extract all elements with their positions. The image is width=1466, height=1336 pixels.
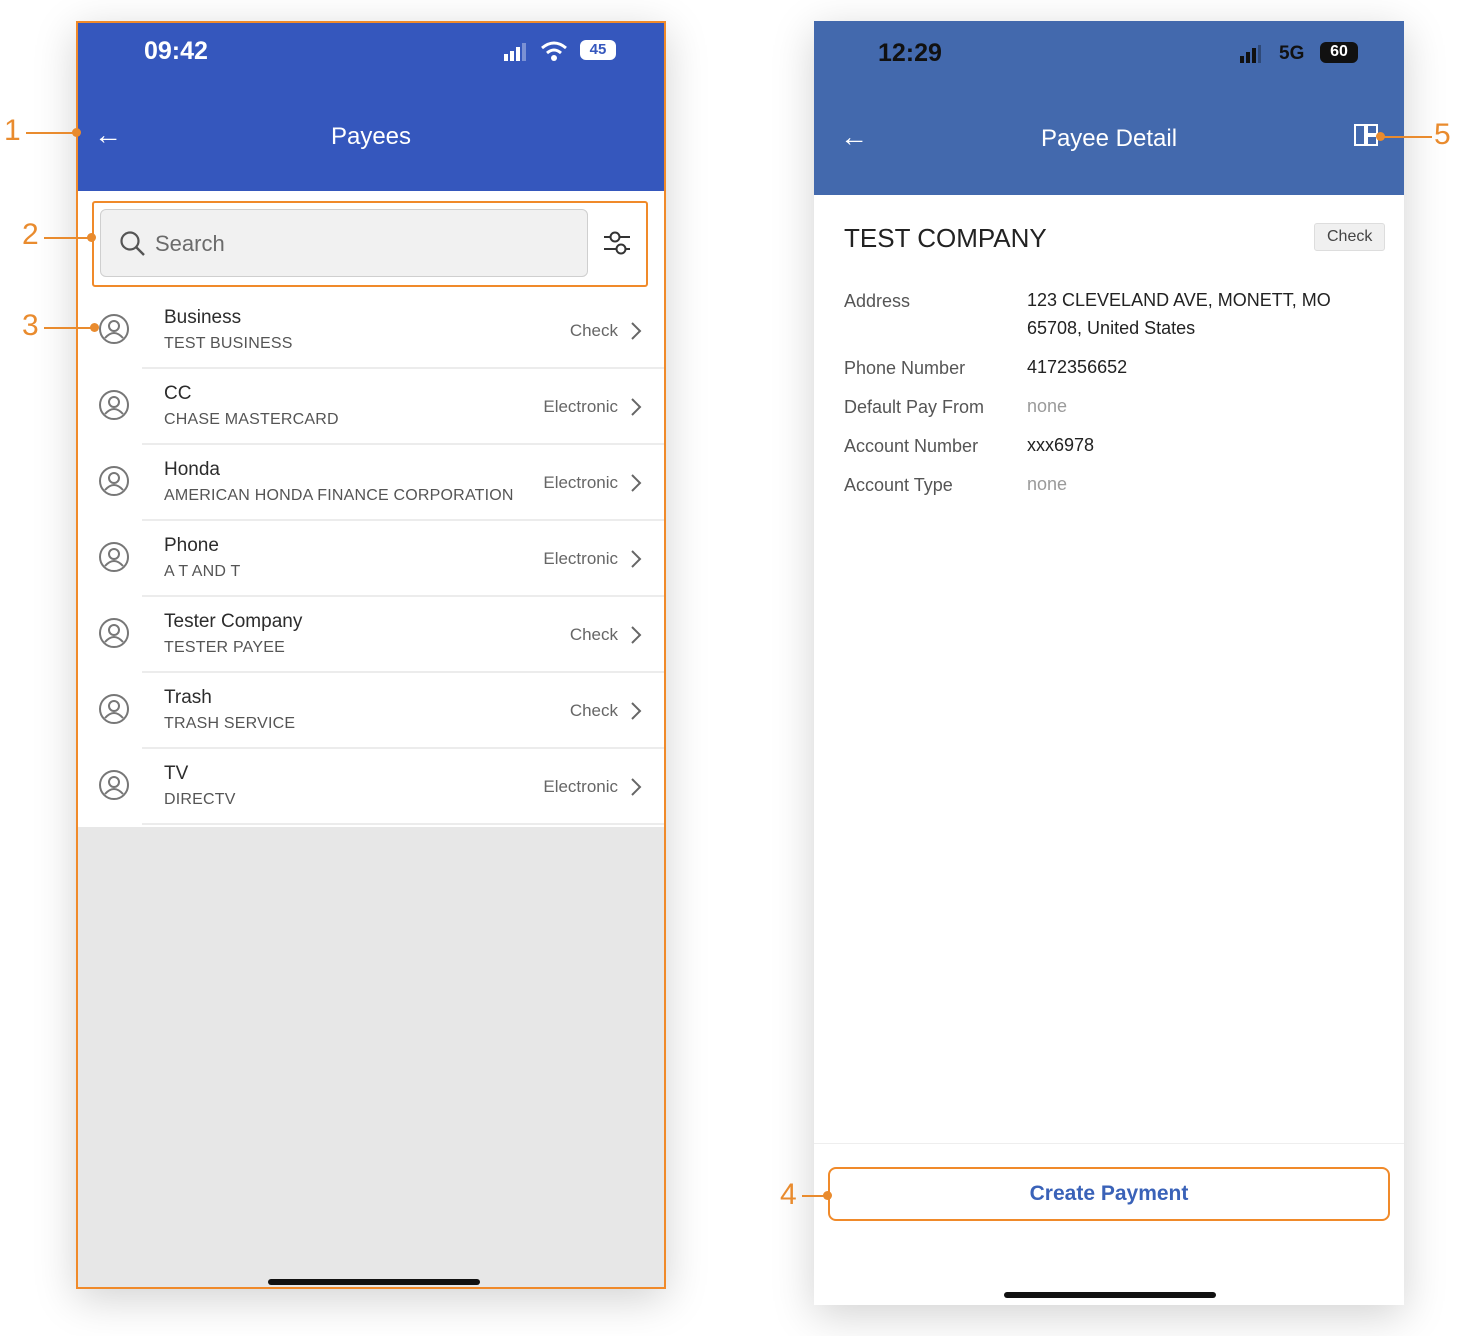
- payee-subtitle: TRASH SERVICE: [164, 715, 296, 732]
- signal-icon: [1240, 45, 1261, 63]
- callout-3-line: [44, 327, 94, 329]
- payee-subtitle: CHASE MASTERCARD: [164, 411, 339, 428]
- payee-row[interactable]: CC CHASE MASTERCARD Electronic: [78, 369, 664, 445]
- avatar-icon: [99, 390, 129, 420]
- chevron-right-icon: [631, 322, 642, 340]
- battery-level: 60: [1330, 43, 1348, 60]
- home-indicator: [1004, 1292, 1216, 1298]
- detail-label: Account Number: [844, 436, 979, 456]
- payee-payment-type: Electronic: [543, 397, 618, 416]
- search-input[interactable]: Search: [100, 209, 588, 277]
- payee-name: CC: [164, 383, 192, 404]
- company-name: TEST COMPANY: [844, 223, 1047, 253]
- search-icon: [120, 231, 145, 256]
- battery-level: 45: [589, 41, 607, 58]
- chevron-right-icon: [631, 398, 642, 416]
- payee-payment-type: Check: [569, 701, 618, 720]
- home-indicator: [268, 1279, 480, 1285]
- detail-value: xxx6978: [1027, 435, 1095, 455]
- payee-name: Business: [164, 307, 242, 328]
- payee-row[interactable]: Trash TRASH SERVICE Check: [78, 673, 664, 749]
- payee-row[interactable]: Phone A T AND T Electronic: [78, 521, 664, 597]
- empty-area: [78, 827, 664, 1287]
- payee-name: TV: [164, 763, 189, 784]
- payees-screen: 09:42 45 ← Payees Search Business TEST B…: [76, 21, 666, 1289]
- callout-5: 5: [1434, 118, 1451, 151]
- chevron-right-icon: [631, 702, 642, 720]
- network-label: 5G: [1279, 43, 1305, 64]
- detail-value: none: [1027, 396, 1068, 416]
- payee-name: Trash: [164, 687, 212, 708]
- detail-label: Phone Number: [844, 358, 966, 378]
- avatar-icon: [99, 618, 129, 648]
- payee-payment-type: Check: [569, 321, 618, 340]
- payment-type-badge: Check: [1314, 223, 1386, 251]
- create-payment-label: Create Payment: [1029, 1182, 1189, 1205]
- payee-row[interactable]: Honda AMERICAN HONDA FINANCE CORPORATION E…: [78, 445, 664, 521]
- callout-4-dot: [823, 1191, 832, 1200]
- payees-header: 09:42 45 ← Payees: [78, 23, 664, 191]
- detail-value: none: [1027, 474, 1068, 494]
- payee-row[interactable]: Business TEST BUSINESS Check: [78, 293, 664, 369]
- payee-name: Tester Company: [164, 611, 303, 632]
- avatar-icon: [99, 770, 129, 800]
- callout-2: 2: [22, 218, 39, 251]
- row-divider: [142, 823, 664, 825]
- avatar-icon: [99, 542, 129, 572]
- callout-5-line: [1380, 136, 1432, 138]
- create-payment-button[interactable]: Create Payment: [828, 1167, 1390, 1221]
- payee-detail-screen: 12:29 5G 60 ← Payee Detail TEST COMPANY …: [814, 21, 1404, 1305]
- detail-label: Address: [844, 291, 911, 311]
- payee-payment-type: Check: [569, 625, 618, 644]
- payee-name: Honda: [164, 459, 220, 480]
- callout-3: 3: [22, 309, 39, 342]
- page-title: Payees: [330, 123, 412, 150]
- wifi-icon: [541, 41, 567, 61]
- detail-label: Account Type: [844, 475, 953, 495]
- callout-1-dot: [72, 128, 81, 137]
- payee-list: Business TEST BUSINESS Check CC CHASE MASTER…: [78, 293, 664, 825]
- callout-2-line: [44, 237, 92, 239]
- payee-subtitle: DIRECTV: [164, 791, 236, 808]
- callout-1: 1: [4, 114, 21, 147]
- chevron-right-icon: [631, 626, 642, 644]
- payee-subtitle: TEST BUSINESS: [164, 335, 293, 352]
- avatar-icon: [99, 466, 129, 496]
- detail-value: 123 CLEVELAND AVE, MONETT, MO 65708, Uni…: [1027, 290, 1331, 338]
- payee-payment-type: Electronic: [543, 777, 618, 796]
- avatar-icon: [99, 694, 129, 724]
- payee-name: Phone: [164, 535, 219, 556]
- callout-4: 4: [780, 1178, 797, 1211]
- filter-icon[interactable]: [602, 229, 632, 257]
- detail-label: Default Pay From: [844, 397, 985, 417]
- chevron-right-icon: [631, 474, 642, 492]
- callout-1-line: [26, 132, 76, 134]
- payee-row[interactable]: Tester Company TESTER PAYEE Check: [78, 597, 664, 673]
- detail-header: 12:29 5G 60 ← Payee Detail: [814, 21, 1404, 195]
- battery-icon: 45: [580, 40, 616, 60]
- payee-subtitle: TESTER PAYEE: [164, 639, 285, 656]
- status-time: 09:42: [144, 37, 208, 65]
- search-placeholder: Search: [155, 231, 225, 256]
- search-filter-area: Search: [92, 201, 648, 287]
- page-title: Payee Detail: [1040, 125, 1178, 152]
- signal-icon: [504, 43, 526, 61]
- avatar-icon: [99, 314, 129, 344]
- battery-icon: 60: [1320, 42, 1358, 63]
- payee-payment-type: Electronic: [543, 473, 618, 492]
- chevron-right-icon: [631, 550, 642, 568]
- callout-2-dot: [87, 233, 96, 242]
- payee-row[interactable]: TV DIRECTV Electronic: [78, 749, 664, 825]
- payee-subtitle: AMERICAN HONDA FINANCE CORPORATION: [164, 487, 514, 504]
- payee-payment-type: Electronic: [543, 549, 618, 568]
- status-time: 12:29: [878, 39, 942, 67]
- detail-value: 4172356652: [1027, 357, 1128, 377]
- callout-3-dot: [90, 323, 99, 332]
- chevron-right-icon: [631, 778, 642, 796]
- payee-subtitle: A T AND T: [164, 563, 241, 580]
